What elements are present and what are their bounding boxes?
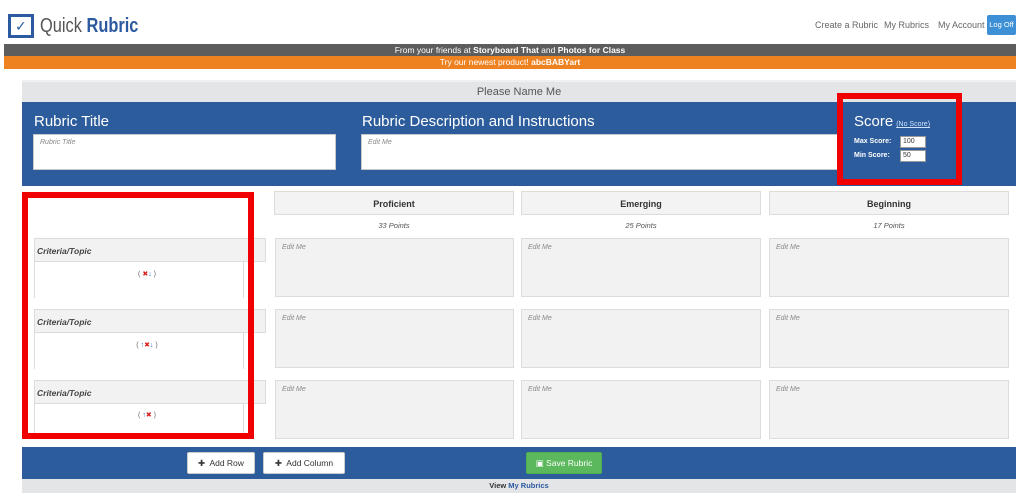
score-highlight-box xyxy=(837,93,962,185)
column-points-proficient[interactable]: 33 Points xyxy=(274,221,514,231)
view-my-rubrics: View My Rubrics xyxy=(22,479,1016,493)
logo-quick-text: Quick xyxy=(40,15,82,37)
rubric-desc-input[interactable]: Edit Me xyxy=(361,134,841,170)
my-rubrics-link[interactable]: My Rubrics xyxy=(508,481,548,490)
column-header-proficient[interactable]: Proficient xyxy=(274,191,514,215)
logoff-button[interactable]: Log Off xyxy=(987,15,1016,35)
rubric-cell[interactable]: Edit Me xyxy=(275,238,514,297)
product-link[interactable]: abcBABYart xyxy=(531,57,580,67)
check-icon: ✓ xyxy=(15,18,27,34)
rubric-cell[interactable]: Edit Me xyxy=(521,238,761,297)
column-header-beginning[interactable]: Beginning xyxy=(769,191,1009,215)
banner-and: and xyxy=(538,45,558,55)
plus-icon: ✚ xyxy=(274,458,283,468)
product-banner-text: Try our newest product! xyxy=(439,57,532,67)
nav-create-rubric[interactable]: Create a Rubric xyxy=(815,19,878,31)
column-header-emerging[interactable]: Emerging xyxy=(521,191,761,215)
nav-my-account[interactable]: My Account xyxy=(938,19,985,31)
rubric-cell[interactable]: Edit Me xyxy=(275,380,514,439)
rubric-cell[interactable]: Edit Me xyxy=(521,309,761,368)
photos-link[interactable]: Photos for Class xyxy=(558,45,626,55)
rubric-cell[interactable]: Edit Me xyxy=(769,309,1009,368)
rubric-cell[interactable]: Edit Me xyxy=(521,380,761,439)
storyboard-link[interactable]: Storyboard That xyxy=(473,45,539,55)
app-logo[interactable]: Quick Rubric xyxy=(40,14,138,38)
rubric-cell[interactable]: Edit Me xyxy=(275,309,514,368)
column-points-emerging[interactable]: 25 Points xyxy=(521,221,761,231)
logo-rubric-text: Rubric xyxy=(86,15,139,37)
rubric-title-input[interactable]: Rubric Title xyxy=(33,134,336,170)
add-column-button[interactable]: ✚ Add Column xyxy=(263,452,345,474)
nav-my-rubrics[interactable]: My Rubrics xyxy=(884,19,929,31)
rubric-title-label: Rubric Title xyxy=(34,113,110,130)
view-prefix: View xyxy=(489,481,509,490)
rubric-desc-label: Rubric Description and Instructions xyxy=(362,113,595,130)
add-row-label: Add Row xyxy=(209,458,244,468)
rubric-cell[interactable]: Edit Me xyxy=(769,238,1009,297)
rubric-cell[interactable]: Edit Me xyxy=(769,380,1009,439)
save-rubric-button[interactable]: ▣ Save Rubric xyxy=(526,452,602,474)
logo-icon[interactable]: ✓ xyxy=(8,14,34,38)
criteria-highlight-box xyxy=(22,192,254,439)
plus-icon: ✚ xyxy=(198,458,206,468)
partner-banner: From your friends at Storyboard That and… xyxy=(4,44,1016,56)
add-column-label: Add Column xyxy=(286,458,334,468)
banner-text: From your friends at xyxy=(394,45,474,55)
product-banner: Try our newest product! abcBABYart xyxy=(4,56,1016,69)
add-row-button[interactable]: ✚ Add Row xyxy=(187,452,255,474)
rubric-footer xyxy=(22,447,1016,479)
column-points-beginning[interactable]: 17 Points xyxy=(769,221,1009,231)
save-rubric-label: Save Rubric xyxy=(546,458,593,468)
save-icon: ▣ xyxy=(535,458,544,468)
